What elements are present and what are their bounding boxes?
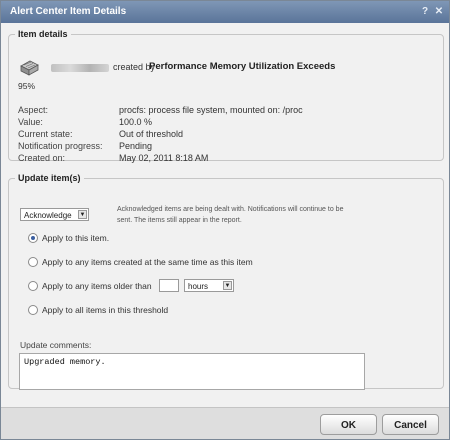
update-items-group: Update item(s) Acknowledge ▼ Acknowledge… (8, 173, 444, 390)
radio-apply-same-time-label[interactable]: Apply to any items created at the same t… (42, 257, 253, 267)
update-comments-textarea[interactable]: Upgraded memory. (19, 353, 365, 390)
help-icon[interactable]: ? (419, 5, 431, 18)
close-icon[interactable]: ✕ (433, 5, 445, 18)
item-details-legend: Item details (18, 29, 68, 39)
notification-progress-value: Pending (119, 141, 153, 151)
dialog-body: Item details created by Performance Memo… (1, 23, 449, 407)
ok-button[interactable]: OK (320, 414, 377, 435)
memory-module-icon (20, 60, 39, 76)
item-details-group: Item details created by Performance Memo… (8, 29, 444, 163)
radio-apply-this-item[interactable] (28, 233, 38, 243)
radio-apply-threshold-label[interactable]: Apply to all items in this threshold (42, 305, 168, 315)
redacted-host-name (51, 64, 109, 72)
action-select-value: Acknowledge (24, 211, 72, 220)
chevron-down-icon: ▼ (223, 281, 232, 290)
created-on-value: May 02, 2011 8:18 AM (119, 153, 209, 163)
older-than-quantity-input[interactable] (159, 279, 179, 292)
source-name: Performance Memory Utilization Exceeds (149, 61, 336, 72)
alert-center-item-details-dialog: Alert Center Item Details ? ✕ Item detai… (0, 0, 450, 440)
action-select[interactable]: Acknowledge ▼ (20, 208, 89, 221)
dialog-title: Alert Center Item Details (10, 6, 127, 17)
older-than-unit-select[interactable]: hours ▼ (184, 279, 234, 292)
update-comments-label: Update comments: (20, 340, 92, 350)
value-label: Value: (18, 117, 43, 127)
radio-apply-older-than-label[interactable]: Apply to any items older than (42, 281, 152, 291)
radio-apply-this-item-label[interactable]: Apply to this item. (42, 233, 109, 243)
chevron-down-icon: ▼ (78, 210, 87, 219)
action-info-line2: sent. The items still appear in the repo… (117, 217, 242, 224)
percent-label: 95% (18, 81, 36, 91)
aspect-value: procfs: process file system, mounted on:… (119, 105, 303, 115)
older-than-unit-value: hours (188, 282, 209, 291)
created-on-label: Created on: (18, 153, 66, 163)
notification-progress-label: Notification progress: (18, 141, 103, 151)
radio-apply-older-than[interactable] (28, 281, 38, 291)
action-info-line1: Acknowledged items are being dealt with.… (117, 206, 344, 213)
title-bar[interactable]: Alert Center Item Details ? ✕ (1, 1, 449, 23)
update-items-legend: Update item(s) (18, 173, 81, 183)
value-value: 100.0 % (119, 117, 153, 127)
aspect-label: Aspect: (18, 105, 49, 115)
cancel-button[interactable]: Cancel (382, 414, 439, 435)
current-state-value: Out of threshold (119, 129, 184, 139)
dialog-footer: OK Cancel (1, 407, 449, 439)
radio-apply-threshold[interactable] (28, 305, 38, 315)
radio-apply-same-time[interactable] (28, 257, 38, 267)
current-state-label: Current state: (18, 129, 73, 139)
